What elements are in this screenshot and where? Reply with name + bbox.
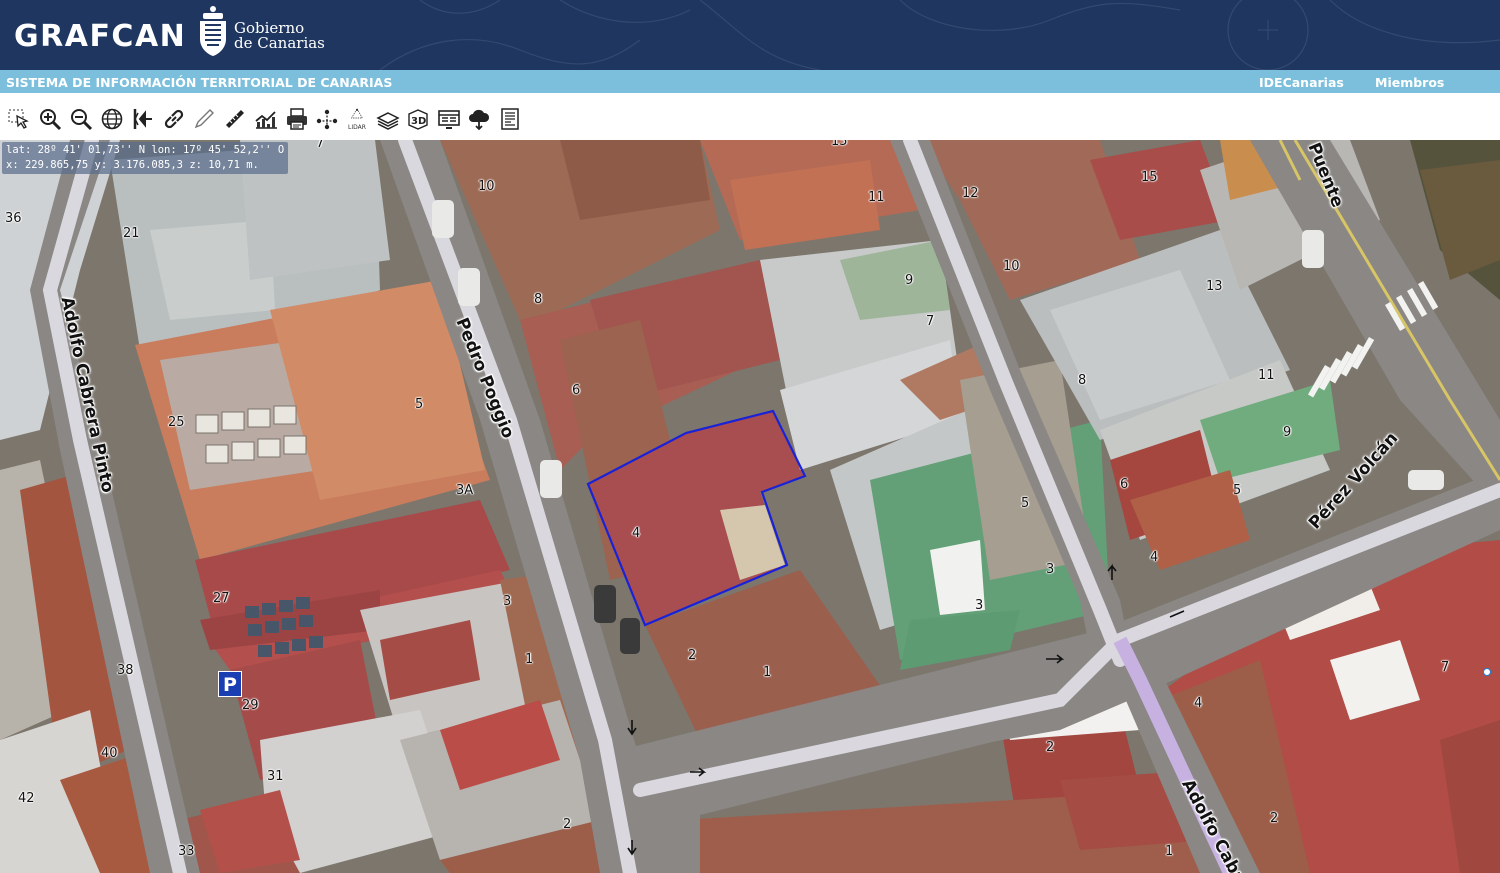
house-number: 5 (1021, 496, 1030, 511)
house-number: 25 (168, 415, 185, 430)
location-marker-icon[interactable] (1483, 668, 1491, 676)
orthophoto-basemap (0, 140, 1500, 873)
house-number: 38 (117, 663, 134, 678)
house-number: 36 (5, 211, 22, 226)
site-header: GRAFCAN Gobierno de Canarias (0, 0, 1500, 70)
layers-icon[interactable] (375, 106, 401, 132)
house-number: 1 (1165, 844, 1174, 859)
idecanarias-link[interactable]: IDECanarias (1259, 75, 1344, 90)
house-number: 5 (1233, 483, 1242, 498)
coords-xyz: x: 229.865,75 y: 3.176.085,3 z: 10,71 m. (6, 159, 259, 171)
house-number: 29 (242, 698, 259, 713)
house-number: 3 (1046, 562, 1055, 577)
map-toolbar: LIDAR 3D (0, 93, 1500, 140)
house-number: 7 (316, 140, 325, 151)
house-number: 2 (563, 817, 572, 832)
document-icon[interactable] (497, 106, 523, 132)
gobierno-canarias-shield-icon (200, 6, 226, 56)
house-number: 15 (1141, 170, 1158, 185)
network-icon[interactable] (314, 106, 340, 132)
house-number: 9 (1283, 425, 1292, 440)
house-number: 15 (831, 140, 848, 149)
house-number: 40 (101, 746, 118, 761)
map-viewport[interactable]: lat: 28º 41' 01,73'' N lon: 17º 45' 52,2… (0, 140, 1500, 873)
print-icon[interactable] (284, 106, 310, 132)
house-number: 27 (213, 591, 230, 606)
coordinates-readout: lat: 28º 41' 01,73'' N lon: 17º 45' 52,2… (2, 142, 289, 174)
house-number: 42 (18, 791, 35, 806)
link-icon[interactable] (161, 106, 187, 132)
house-number: 3 (975, 598, 984, 613)
gov-line2: de Canarias (234, 34, 325, 52)
house-number: 6 (1120, 477, 1129, 492)
house-number: 2 (1270, 811, 1279, 826)
3d-icon[interactable]: 3D (405, 106, 431, 132)
system-title: SISTEMA DE INFORMACIÓN TERRITORIAL DE CA… (6, 75, 393, 90)
house-number: 7 (926, 314, 935, 329)
house-number: 2 (1046, 740, 1055, 755)
house-number: 9 (905, 273, 914, 288)
parking-sign-icon: P (218, 671, 242, 697)
coords-latlon: lat: 28º 41' 01,73'' N lon: 17º 45' 52,2… (6, 144, 285, 156)
download-cloud-icon[interactable] (466, 106, 492, 132)
house-number: 31 (267, 769, 284, 784)
info-bar: SISTEMA DE INFORMACIÓN TERRITORIAL DE CA… (0, 70, 1500, 105)
house-number: 6 (572, 383, 581, 398)
house-number: 3 (503, 594, 512, 609)
gobierno-canarias-text: Gobierno de Canarias (234, 21, 325, 51)
house-number: 4 (1150, 550, 1159, 565)
ruler-icon[interactable] (222, 106, 248, 132)
grafcan-logo: GRAFCAN (14, 19, 187, 54)
house-number: 11 (868, 190, 885, 205)
house-number: 7 (1441, 660, 1450, 675)
select-arrow-icon[interactable] (6, 106, 32, 132)
house-number: 11 (1258, 368, 1275, 383)
house-number: 8 (1078, 373, 1087, 388)
house-number: 13 (1206, 279, 1223, 294)
house-number: 2 (688, 648, 697, 663)
3d-label: 3D (411, 116, 426, 127)
viewer-icon[interactable] (436, 106, 462, 132)
globe-icon[interactable] (99, 106, 125, 132)
profile-chart-icon[interactable] (253, 106, 279, 132)
lidar-icon[interactable]: LIDAR (344, 106, 370, 132)
house-number: 8 (534, 292, 543, 307)
house-number: 3A (456, 483, 474, 498)
house-number: 4 (632, 526, 641, 541)
house-number: 1 (763, 665, 772, 680)
exit-icon[interactable] (130, 106, 156, 132)
house-number: 21 (123, 226, 140, 241)
zoom-out-icon[interactable] (68, 106, 94, 132)
house-number: 5 (415, 397, 424, 412)
lidar-label: LIDAR (348, 123, 366, 131)
house-number: 33 (178, 844, 195, 859)
house-number: 4 (1194, 696, 1203, 711)
zoom-in-icon[interactable] (37, 106, 63, 132)
house-number: 10 (1003, 259, 1020, 274)
house-number: 1 (525, 652, 534, 667)
house-number: 10 (478, 179, 495, 194)
pencil-icon[interactable] (191, 106, 217, 132)
house-number: 12 (962, 186, 979, 201)
